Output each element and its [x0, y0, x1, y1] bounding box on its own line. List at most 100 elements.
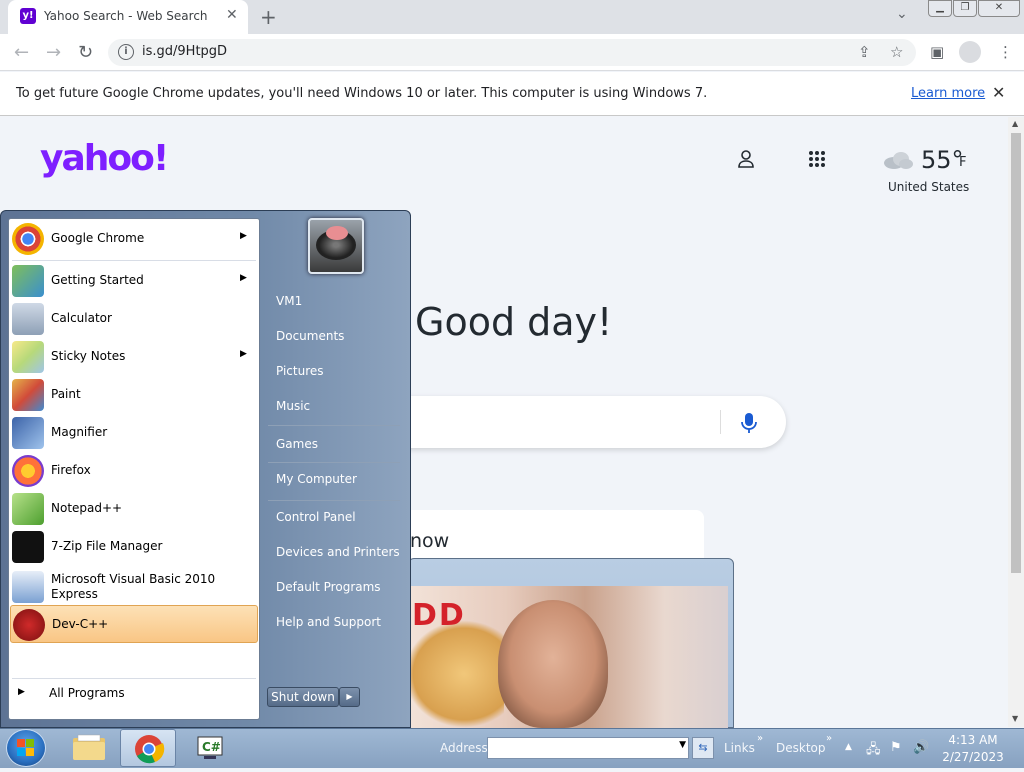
start-place-label: Games: [276, 437, 318, 451]
show-hidden-icons-icon[interactable]: ▲: [845, 742, 852, 752]
start-place-item[interactable]: Devices and Printers: [270, 537, 402, 567]
tab-search-chevron-icon[interactable]: ⌄: [896, 6, 908, 22]
start-place-label: Control Panel: [276, 510, 356, 524]
program-item[interactable]: Express Microsoft Visual Basic 2010: [10, 568, 258, 606]
notepadpp-icon: [12, 493, 44, 525]
page-scrollbar[interactable]: ▲ ▼: [1008, 117, 1024, 727]
microphone-icon[interactable]: [740, 412, 758, 434]
program-label: Paint: [51, 387, 81, 401]
program-item[interactable]: Google Chrome ▶: [10, 220, 258, 258]
places-divider: [268, 462, 400, 463]
profile-avatar-icon[interactable]: [959, 41, 981, 63]
start-button-windows-icon[interactable]: [6, 729, 46, 767]
address-toolbar-label: Address: [440, 741, 488, 755]
program-item[interactable]: Magnifier: [10, 414, 258, 452]
all-programs-arrow-icon: ▶: [18, 687, 25, 697]
back-arrow-icon[interactable]: ←: [14, 42, 29, 63]
program-item[interactable]: Calculator: [10, 300, 258, 338]
start-place-item[interactable]: Documents: [270, 321, 402, 351]
forward-arrow-icon[interactable]: →: [46, 42, 61, 63]
side-panel-icon[interactable]: ▣: [930, 43, 944, 61]
reload-icon[interactable]: ↻: [78, 42, 93, 63]
program-label: Sticky Notes: [51, 349, 126, 363]
close-window-button[interactable]: ✕: [978, 0, 1020, 17]
all-programs-button[interactable]: ▶ All Programs: [12, 681, 256, 707]
preview-person-left: [404, 620, 504, 728]
firefox-icon: [12, 455, 44, 487]
places-divider: [268, 425, 400, 426]
links-toolbar[interactable]: Links: [724, 741, 755, 755]
program-item[interactable]: 7-Zip File Manager: [10, 528, 258, 566]
program-label: Google Chrome: [51, 231, 145, 245]
program-item[interactable]: Firefox: [10, 452, 258, 490]
minimize-button[interactable]: ▁: [928, 0, 952, 17]
address-toolbar-input[interactable]: ▼: [487, 737, 689, 759]
program-item[interactable]: Sticky Notes ▶: [10, 338, 258, 376]
learn-more-link[interactable]: Learn more: [911, 86, 985, 101]
pinned-divider: [12, 260, 256, 261]
address-url[interactable]: is.gd/9HtpgD: [142, 44, 227, 59]
start-place-item[interactable]: Pictures: [270, 356, 402, 386]
clock-time[interactable]: 4:13 AM: [944, 733, 1002, 747]
program-item[interactable]: Dev-C++: [10, 605, 258, 643]
apps-grid-icon[interactable]: [808, 150, 826, 168]
start-place-item[interactable]: Control Panel: [270, 502, 402, 532]
magnifier-icon: [12, 417, 44, 449]
volume-icon[interactable]: 🔊: [913, 740, 929, 755]
share-icon[interactable]: ⇪: [858, 43, 871, 61]
sticky-notes-icon: [12, 341, 44, 373]
program-label: 7-Zip File Manager: [51, 539, 163, 553]
desktop-toolbar[interactable]: Desktop: [776, 741, 826, 755]
program-label: Magnifier: [51, 425, 108, 439]
search-input[interactable]: [380, 396, 786, 448]
shutdown-button[interactable]: Shut down: [267, 687, 339, 707]
address-dropdown-icon[interactable]: ▼: [679, 740, 686, 750]
program-label: Microsoft Visual Basic 2010: [51, 572, 216, 586]
start-place-label: Default Programs: [276, 580, 381, 594]
all-programs-label: All Programs: [49, 686, 125, 700]
tab-close-icon[interactable]: ✕: [226, 7, 238, 23]
action-center-flag-icon[interactable]: ⚑: [890, 740, 902, 755]
program-item[interactable]: Notepad++: [10, 490, 258, 528]
submenu-arrow-icon: ▶: [240, 231, 247, 241]
taskbar-explorer-folder-icon[interactable]: [62, 729, 118, 767]
yahoo-logo[interactable]: yahoo!: [40, 138, 169, 179]
yahoo-favicon-icon: y!: [20, 8, 36, 24]
bookmark-star-icon[interactable]: ☆: [890, 43, 903, 61]
desktop-chevron-icon[interactable]: »: [826, 733, 832, 744]
network-icon[interactable]: 🖧: [866, 740, 881, 762]
scroll-thumb[interactable]: [1011, 133, 1021, 573]
start-place-item[interactable]: Music: [270, 391, 402, 421]
greeting-heading: Good day!: [415, 300, 613, 344]
program-item[interactable]: Getting Started ▶: [10, 262, 258, 300]
start-place-item[interactable]: My Computer: [270, 464, 402, 494]
weather-location: United States: [888, 180, 970, 194]
start-place-label: VM1: [276, 294, 303, 308]
clock-date[interactable]: 2/27/2023: [940, 750, 1006, 764]
scroll-down-icon[interactable]: ▼: [1012, 714, 1018, 723]
address-go-icon[interactable]: ⇆: [692, 737, 714, 759]
submenu-arrow-icon: ▶: [240, 349, 247, 359]
scroll-up-icon[interactable]: ▲: [1012, 119, 1018, 128]
taskbar-chrome-icon[interactable]: [120, 729, 176, 767]
links-chevron-icon[interactable]: »: [757, 733, 763, 744]
program-item[interactable]: Paint: [10, 376, 258, 414]
address-bar[interactable]: i is.gd/9HtpgD: [108, 39, 916, 66]
browser-tab[interactable]: y! Yahoo Search - Web Search ✕: [8, 0, 248, 34]
start-place-item[interactable]: Default Programs: [270, 572, 402, 602]
infobar-close-icon[interactable]: ✕: [992, 83, 1005, 102]
restore-button[interactable]: ❐: [953, 0, 977, 17]
temperature: 55°: [921, 146, 964, 174]
user-icon[interactable]: [738, 150, 754, 168]
getting-started-icon: [12, 265, 44, 297]
start-place-item[interactable]: VM1: [270, 286, 402, 316]
places-divider: [268, 500, 400, 501]
start-place-item[interactable]: Games: [270, 429, 402, 459]
shutdown-options-arrow-icon[interactable]: ▶: [339, 687, 360, 707]
taskbar-csharp-icon[interactable]: C#: [182, 729, 238, 767]
site-info-icon[interactable]: i: [118, 44, 134, 60]
start-place-item[interactable]: Help and Support: [270, 607, 402, 637]
user-avatar[interactable]: [308, 218, 364, 274]
new-tab-button[interactable]: +: [260, 5, 277, 29]
menu-kebab-icon[interactable]: ⋮: [998, 43, 1013, 61]
